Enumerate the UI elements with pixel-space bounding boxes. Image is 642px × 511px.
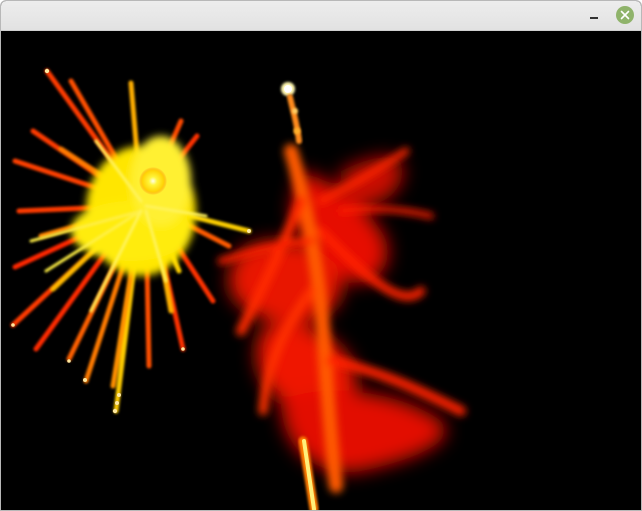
title-bar[interactable] <box>1 1 641 31</box>
minimize-button[interactable] <box>585 7 603 25</box>
yellow-burst <box>10 68 252 414</box>
app-window <box>0 0 642 511</box>
close-button[interactable] <box>616 6 634 24</box>
fireworks-canvas[interactable] <box>1 31 641 510</box>
red-burst <box>228 157 446 473</box>
rocket-trail-top <box>281 82 302 144</box>
close-icon <box>620 10 630 20</box>
fireworks-scene <box>10 68 466 510</box>
